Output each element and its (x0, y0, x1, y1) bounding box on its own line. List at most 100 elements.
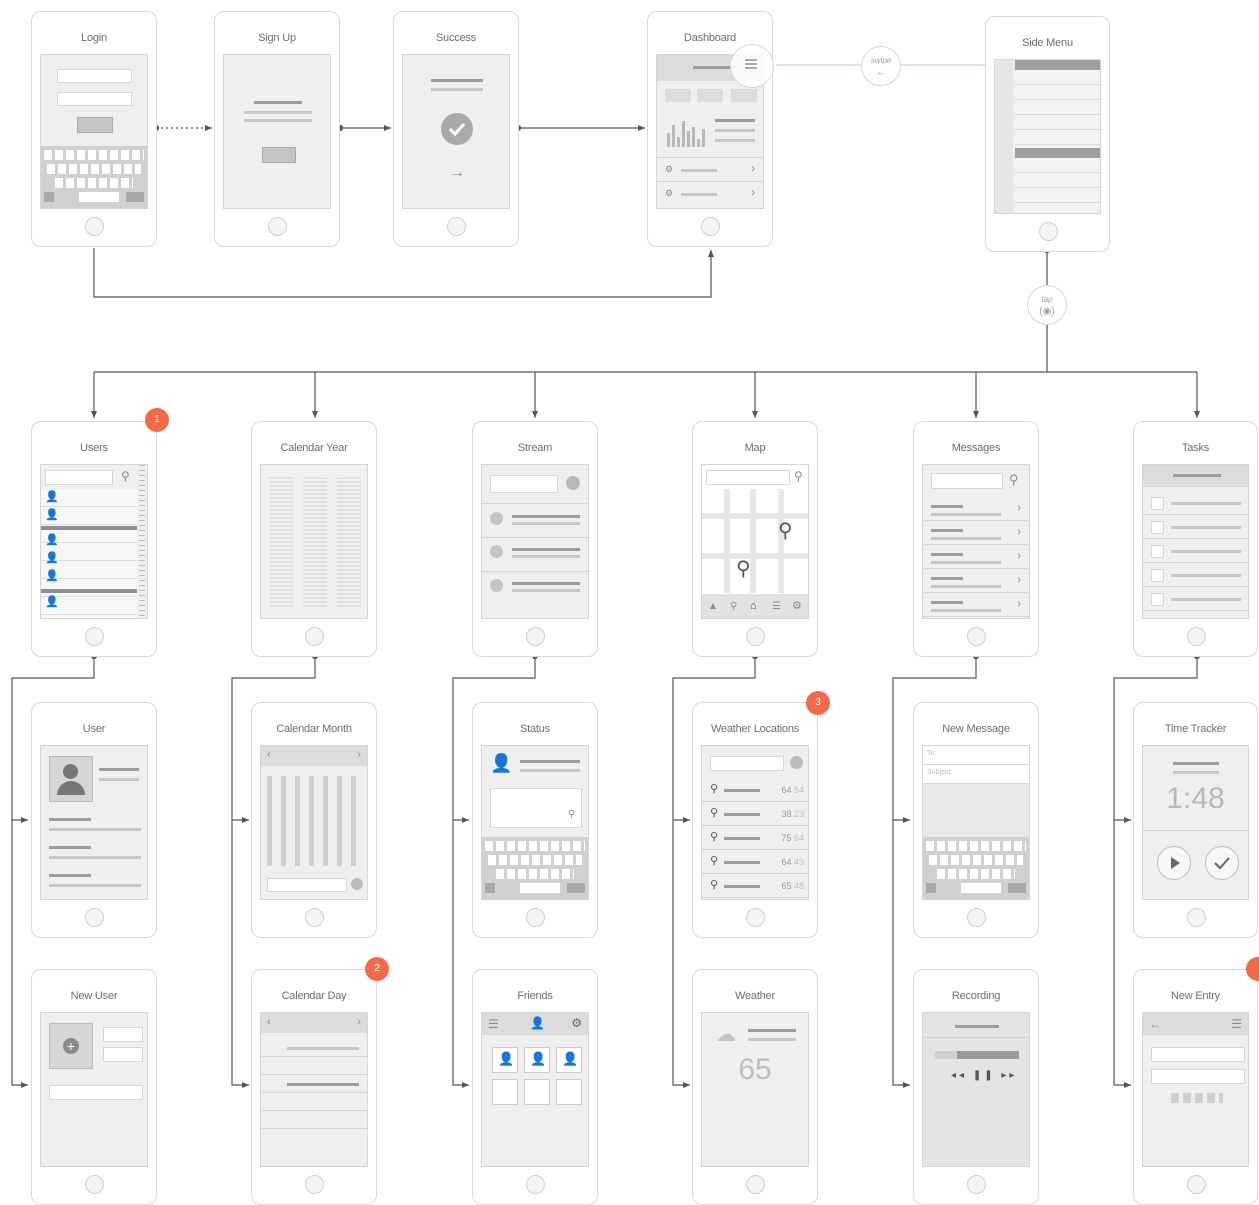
phone-calendar-month[interactable]: Calendar Month ‹ › (251, 702, 377, 938)
screen-title: Calendar Year (280, 442, 348, 454)
screen-title: Users (80, 442, 108, 454)
screen-body (1142, 464, 1249, 619)
screen-title: Stream (517, 442, 553, 454)
map-pin-icon[interactable]: ⚲ (778, 521, 793, 541)
low-temp: 54 (793, 785, 804, 795)
screen-body: ‹ › (260, 745, 368, 900)
phone-side-menu[interactable]: Side Menu (985, 16, 1110, 252)
screen-title: New User (70, 990, 118, 1002)
home-button (305, 627, 324, 646)
status-input[interactable] (490, 788, 582, 828)
screen-body: ☰ 👤 ⚙ 👤 👤 👤 (481, 1012, 589, 1167)
phone-calendar-day[interactable]: Calendar Day ‹ › (251, 969, 377, 1205)
settings-icon[interactable]: ⚙ (571, 1017, 582, 1029)
phone-weather-locations[interactable]: Weather Locations ⚲ 64 54 ⚲ 38 23 ⚲ 75 6… (692, 702, 818, 938)
back-icon[interactable]: ← (1149, 1018, 1161, 1030)
phone-weather[interactable]: Weather ☁ 65 (692, 969, 818, 1205)
low-temp: 49 (793, 857, 804, 867)
screen-body (40, 54, 148, 209)
phone-new-message[interactable]: New Message To: Subject: (913, 702, 1039, 938)
screen-title: Side Menu (1022, 37, 1073, 49)
screen-body: ☁ 65 (701, 1012, 809, 1167)
hamburger-icon[interactable]: ☰ (488, 1018, 499, 1030)
search-input[interactable] (45, 470, 113, 485)
home-button (85, 627, 104, 646)
next-icon[interactable]: › (357, 750, 361, 761)
phone-user[interactable]: User (31, 702, 157, 938)
phone-friends[interactable]: Friends ☰ 👤 ⚙ 👤 👤 👤 (472, 969, 598, 1205)
phone-messages[interactable]: Messages ⚲ › › › › › (913, 421, 1039, 657)
home-button (526, 627, 545, 646)
step-badge-1: 1 (145, 408, 169, 432)
home-button (746, 627, 765, 646)
add-photo-button[interactable]: + (49, 1023, 93, 1069)
phone-recording[interactable]: Recording ◂◂ ❚❚ ▸▸ (913, 969, 1039, 1205)
phone-new-user[interactable]: New User + (31, 969, 157, 1205)
home-button (268, 217, 287, 236)
arrow-right-icon[interactable]: → (449, 165, 465, 181)
search-icon[interactable]: ⚲ (1009, 473, 1019, 486)
screen-body: → (402, 54, 510, 209)
search-icon[interactable]: ⚲ (794, 470, 803, 482)
keyboard (41, 146, 147, 208)
previous-icon[interactable]: ‹ (267, 750, 271, 761)
screen-title: User (82, 723, 106, 735)
tap-icon: (◉) (1039, 306, 1055, 317)
next-icon[interactable]: › (357, 1017, 361, 1028)
screen-title: Weather (735, 990, 775, 1002)
phone-stream[interactable]: Stream (472, 421, 598, 657)
play-icon[interactable] (1157, 846, 1191, 880)
home-button (305, 1175, 324, 1194)
add-friend-icon[interactable]: 👤 (530, 1017, 545, 1029)
screen-body: + (40, 1012, 148, 1167)
phone-dashboard[interactable]: Dashboard ⚙ › ⚙ › (647, 11, 774, 247)
sign-up-button[interactable] (262, 147, 296, 163)
screen-body (481, 464, 589, 619)
screen-body: ← ☰ (1142, 1012, 1249, 1167)
phone-new-entry[interactable]: New Entry ← ☰ (1133, 969, 1258, 1205)
home-button (1038, 222, 1058, 241)
hamburger-icon[interactable]: ☰ (1231, 1018, 1242, 1030)
task-checkbox[interactable] (1151, 569, 1164, 582)
login-button[interactable] (77, 117, 113, 133)
home-button (85, 1175, 104, 1194)
tap-label: tap (1041, 295, 1053, 304)
previous-icon[interactable]: ‹ (267, 1017, 271, 1028)
task-checkbox[interactable] (1151, 545, 1164, 558)
screen-title: Status (520, 723, 550, 735)
phone-time-tracker[interactable]: Time Tracker 1:48 (1133, 702, 1258, 938)
phone-map[interactable]: Map ⚲ ⚲ ⚲ ▲ ⚲ ⌂ ☰ ⚙ (692, 421, 818, 657)
phone-users[interactable]: Users ⚲ 👤 👤 👤 👤 👤 👤 (31, 421, 157, 657)
home-button (967, 908, 986, 927)
task-checkbox[interactable] (1151, 593, 1164, 606)
location-pin-icon[interactable]: ⚲ (568, 810, 575, 820)
phone-calendar-year[interactable]: Calendar Year (251, 421, 377, 657)
phone-login[interactable]: Login (31, 11, 157, 247)
screen-body (994, 59, 1101, 214)
high-temp: 38 (781, 809, 792, 819)
home-button (1186, 627, 1206, 646)
phone-success[interactable]: Success → (393, 11, 519, 247)
person-icon: 👤 (45, 491, 59, 503)
add-icon[interactable] (566, 476, 580, 490)
task-checkbox[interactable] (1151, 521, 1164, 534)
map-pin-icon[interactable]: ⚲ (736, 559, 751, 579)
screen-body: ⚲ › › › › › (922, 464, 1030, 619)
screen-title: Tasks (1181, 442, 1210, 454)
media-controls-icon[interactable]: ◂◂ ❚❚ ▸▸ (951, 1071, 1017, 1081)
screen-body (223, 54, 331, 209)
phone-status[interactable]: Status 👤 ⚲ (472, 702, 598, 938)
step-badge-3: 3 (806, 691, 830, 715)
screen-body: ◂◂ ❚❚ ▸▸ (922, 1012, 1030, 1167)
home-button (85, 908, 104, 927)
hamburger-icon[interactable] (730, 44, 774, 88)
checkmark-icon[interactable] (1205, 846, 1239, 880)
screen-body: ⚲ 👤 👤 👤 👤 👤 👤 (40, 464, 148, 619)
phone-tasks[interactable]: Tasks (1133, 421, 1258, 657)
task-checkbox[interactable] (1151, 497, 1164, 510)
phone-sign-up[interactable]: Sign Up (214, 11, 340, 247)
checkmark-icon (441, 113, 473, 145)
subject-field-label: Subject: (927, 769, 953, 776)
search-icon[interactable]: ⚲ (121, 470, 130, 482)
screen-title: Success (435, 32, 477, 44)
